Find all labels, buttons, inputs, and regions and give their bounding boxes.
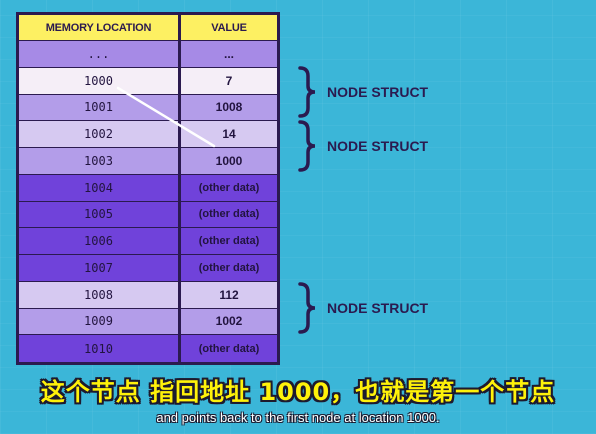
- value-cell: (other data): [198, 342, 260, 355]
- table-row: 1001 1008: [19, 94, 277, 122]
- subtitle-chinese: 这个节点 指回地址 1000，也就是第一个节点: [40, 378, 556, 406]
- table-row: 1004 (other data): [19, 174, 277, 202]
- memory-location-cell: 1002: [19, 121, 181, 147]
- table-row: 1008 112: [19, 281, 277, 309]
- memory-table: MEMORY LOCATION VALUE ...... 1000 7 1001 100…: [16, 12, 280, 365]
- table-row: 1003 1000: [19, 148, 277, 175]
- table-row: 1005 (other data): [19, 201, 277, 229]
- memory-location-cell: 1009: [19, 308, 181, 335]
- value-header: VALUE: [181, 15, 277, 40]
- value-cell: 1008: [215, 100, 243, 115]
- value-cell: (other data): [198, 261, 260, 274]
- value-cell: (other data): [198, 208, 260, 221]
- value-cell: (other data): [198, 181, 260, 194]
- table-body: ...... 1000 7 1001 1008 1002 14 1003 1000 1004 (ot…: [19, 41, 277, 362]
- memory-location-cell: 1001: [19, 94, 181, 121]
- memory-location-cell: 1008: [19, 281, 181, 308]
- memory-location-cell: 1004: [19, 174, 181, 201]
- table-row: 1009 1002: [19, 308, 277, 336]
- value-cell: 1002: [215, 314, 243, 329]
- table-row: 1000 7: [19, 67, 277, 95]
- table-row: 1006 (other data): [19, 228, 277, 255]
- table-row: 1007 (other data): [19, 255, 277, 282]
- table-row: 1002 14: [19, 121, 277, 148]
- table-header-row: MEMORY LOCATION VALUE: [19, 15, 277, 41]
- node-struct-label-2: NODE STRUCT: [327, 138, 429, 154]
- brace-icon-node3: [298, 282, 316, 334]
- value-cell: 14: [222, 127, 236, 142]
- value-cell: 7: [225, 73, 233, 88]
- memory-location-cell: ...: [19, 41, 181, 67]
- memory-location-header: MEMORY LOCATION: [19, 15, 181, 40]
- value-cell: 1000: [215, 153, 243, 168]
- memory-location-cell: 1005: [19, 201, 181, 228]
- node-struct-label-3: NODE STRUCT: [327, 300, 429, 316]
- memory-location-cell: 1007: [19, 255, 181, 281]
- value-cell: 112: [219, 287, 239, 302]
- table-row: ......: [19, 41, 277, 68]
- brace-icon-node2: [298, 120, 316, 172]
- memory-location-cell: 1006: [19, 228, 181, 254]
- value-cell: (other data): [198, 235, 260, 248]
- memory-location-cell: 1010: [19, 335, 181, 362]
- brace-icon-node1: [298, 66, 316, 118]
- table-row: 1010 (other data): [19, 335, 277, 362]
- memory-location-cell: 1000: [19, 67, 181, 94]
- subtitle-english: and points back to the first node at loc…: [156, 410, 440, 425]
- value-cell: ...: [223, 46, 234, 61]
- node-struct-label-1: NODE STRUCT: [327, 84, 429, 100]
- memory-location-cell: 1003: [19, 148, 181, 174]
